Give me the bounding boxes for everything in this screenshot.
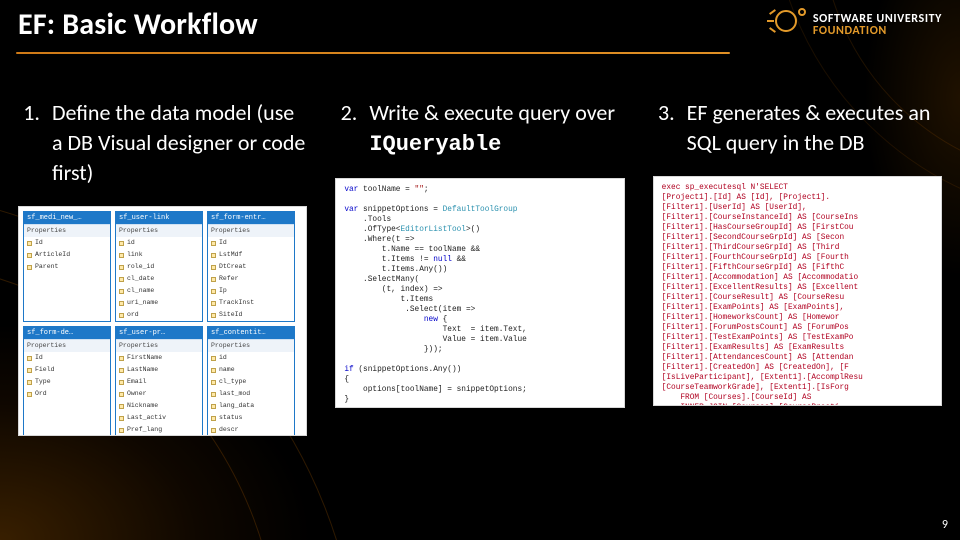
panel-section: Properties <box>116 224 202 237</box>
slide-root: EF: Basic Workflow SOFTWARE UNIVERSITY F… <box>0 0 960 540</box>
panel-row: id <box>208 352 294 364</box>
panel-header: sf_contentit… <box>208 327 294 339</box>
panel-row: id <box>116 237 202 249</box>
code-inline: IQueryable <box>369 132 501 157</box>
panel-row: uri_name <box>116 297 202 309</box>
panel-row: Id <box>24 237 110 249</box>
column-3: 3. EF generates & executes an SQL query … <box>653 98 942 498</box>
panel-row: DtCreat <box>208 261 294 273</box>
panel-row: status <box>208 412 294 424</box>
panel-section: Properties <box>116 339 202 352</box>
step-number: 3. <box>653 98 675 158</box>
screenshot-code: var toolName = ""; var snippetOptions = … <box>335 178 624 408</box>
panel-row: cl_type <box>208 376 294 388</box>
panel-row: Id <box>24 352 110 364</box>
panel-row: LstMdf <box>208 249 294 261</box>
title-underline <box>16 52 730 54</box>
panel-row: cl_date <box>116 273 202 285</box>
panel-row: Pref_lang <box>116 424 202 436</box>
panel-header: sf_form-entr… <box>208 212 294 224</box>
panel-row: Parent <box>24 261 110 273</box>
panel-header: sf_form-de… <box>24 327 110 339</box>
page-number: 9 <box>942 518 948 532</box>
panel-row: name <box>208 364 294 376</box>
panel-row: lang_data <box>208 400 294 412</box>
panel-row: link <box>116 249 202 261</box>
designer-panel: sf_user-pr…PropertiesFirstNameLastNameEm… <box>115 326 203 436</box>
code-block: var toolName = ""; var snippetOptions = … <box>336 179 623 408</box>
panel-row: last_mod <box>208 388 294 400</box>
step-text: EF generates & executes an SQL query in … <box>687 98 942 158</box>
step-3: 3. EF generates & executes an SQL query … <box>653 98 942 158</box>
column-1: 1. Define the data model (use a DB Visua… <box>18 98 307 498</box>
panel-section: Properties <box>24 224 110 237</box>
designer-panel: sf_user-linkPropertiesidlinkrole_idcl_da… <box>115 211 203 322</box>
panel-header: sf_user-link <box>116 212 202 224</box>
panel-section: Properties <box>208 339 294 352</box>
panel-row: ArticleId <box>24 249 110 261</box>
brand-line1: SOFTWARE UNIVERSITY <box>813 13 942 25</box>
panel-row: descr <box>208 424 294 436</box>
panel-row: TrackInst <box>208 297 294 309</box>
panel-row: LastName <box>116 364 202 376</box>
lightbulb-icon <box>769 8 803 42</box>
step-number: 1. <box>18 98 40 188</box>
brand-line2: FOUNDATION <box>813 25 942 37</box>
panel-row: SiteId <box>208 309 294 321</box>
panel-section: Properties <box>24 339 110 352</box>
step-text: Write & execute query over IQueryable <box>369 98 624 160</box>
panel-row: ord <box>116 309 202 321</box>
screenshot-designer: sf_medi_new_…PropertiesIdArticleIdParent… <box>18 206 307 436</box>
title-bar: EF: Basic Workflow SOFTWARE UNIVERSITY F… <box>0 6 960 43</box>
step-number: 2. <box>335 98 357 160</box>
panel-row: FirstName <box>116 352 202 364</box>
panel-row: role_id <box>116 261 202 273</box>
sql-block: exec sp_executesql N'SELECT [Project1].[… <box>654 177 941 406</box>
panel-row: Nickname <box>116 400 202 412</box>
panel-row: Field <box>24 364 110 376</box>
step-text: Define the data model (use a DB Visual d… <box>52 98 307 188</box>
panel-row: Ord <box>24 388 110 400</box>
panel-row: Last_activ <box>116 412 202 424</box>
columns: 1. Define the data model (use a DB Visua… <box>18 98 942 498</box>
panel-row: Type <box>24 376 110 388</box>
designer-panel: sf_form-entr…PropertiesIdLstMdfDtCreatRe… <box>207 211 295 322</box>
step-2: 2. Write & execute query over IQueryable <box>335 98 624 160</box>
designer-panel: sf_form-de…PropertiesIdFieldTypeOrd <box>23 326 111 436</box>
panel-row: Email <box>116 376 202 388</box>
panel-row: Owner <box>116 388 202 400</box>
panel-header: sf_user-pr… <box>116 327 202 339</box>
panel-row: Id <box>208 237 294 249</box>
panel-row: Refer <box>208 273 294 285</box>
screenshot-sql: exec sp_executesql N'SELECT [Project1].[… <box>653 176 942 406</box>
column-2: 2. Write & execute query over IQueryable… <box>335 98 624 498</box>
brand-text: SOFTWARE UNIVERSITY FOUNDATION <box>813 13 942 37</box>
designer-panel: sf_medi_new_…PropertiesIdArticleIdParent <box>23 211 111 322</box>
panel-row: Ip <box>208 285 294 297</box>
slide-title: EF: Basic Workflow <box>18 6 258 43</box>
brand-logo: SOFTWARE UNIVERSITY FOUNDATION <box>769 8 942 42</box>
step-text-part: Write & execute query over <box>369 99 615 126</box>
panel-row: cl_name <box>116 285 202 297</box>
panel-section: Properties <box>208 224 294 237</box>
panel-header: sf_medi_new_… <box>24 212 110 224</box>
designer-panel: sf_contentit…Propertiesidnamecl_typelast… <box>207 326 295 436</box>
step-1: 1. Define the data model (use a DB Visua… <box>18 98 307 188</box>
